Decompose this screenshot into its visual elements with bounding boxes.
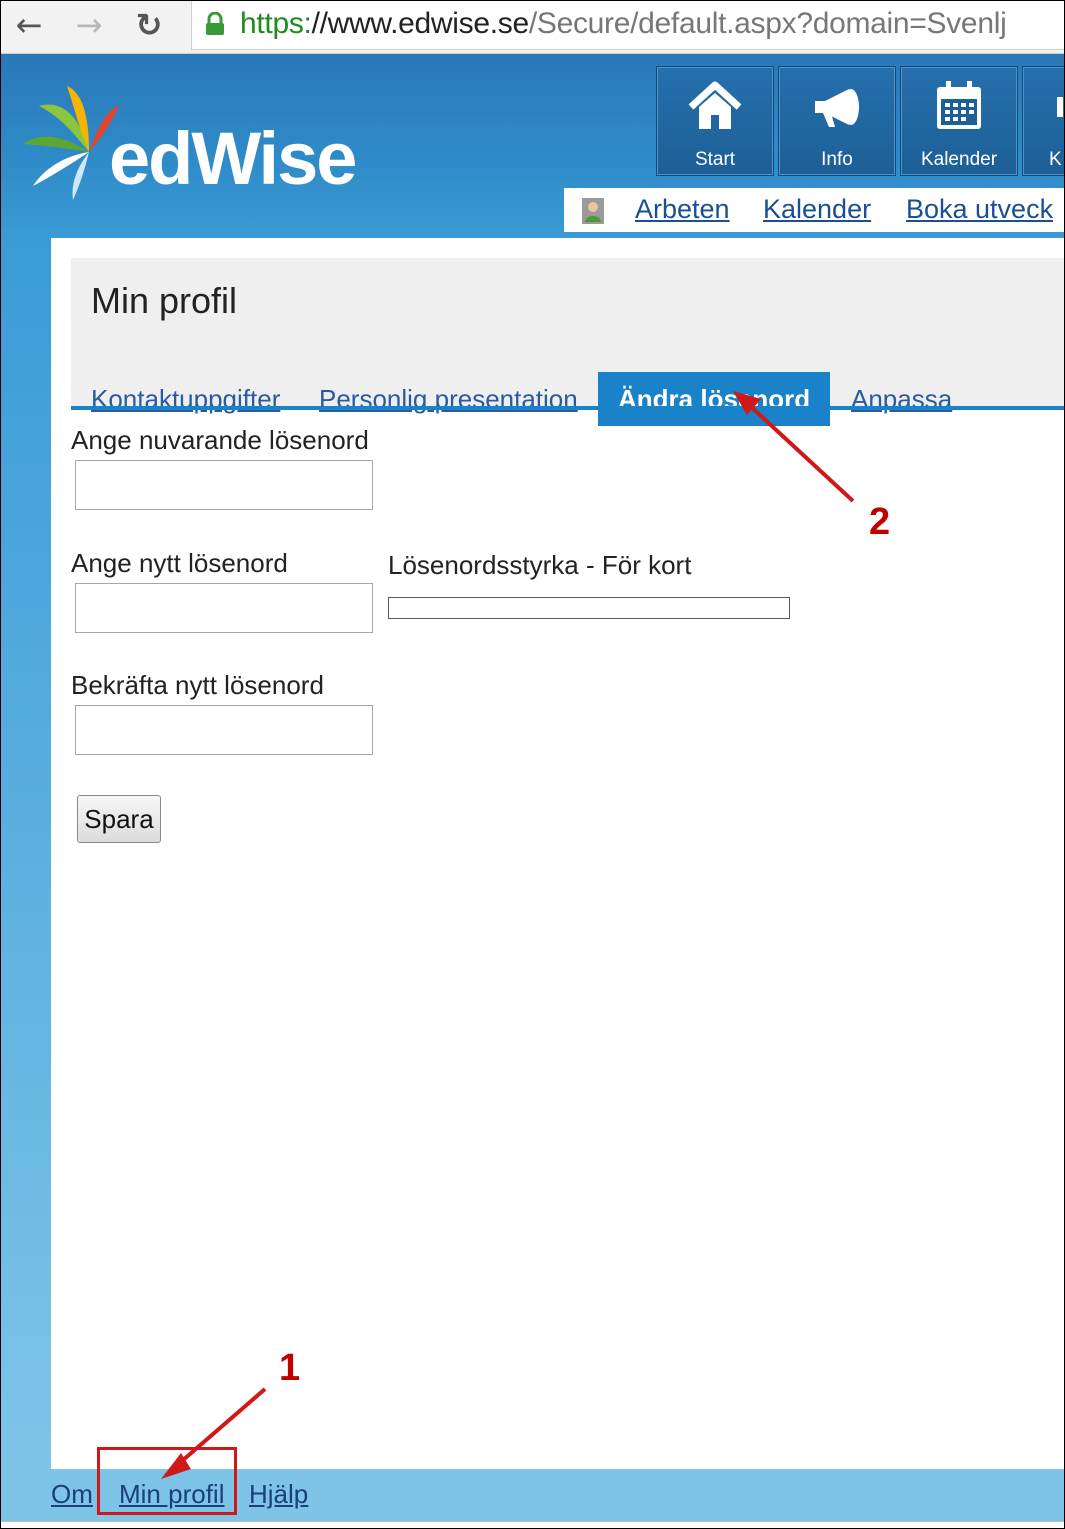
new-password-input[interactable]	[75, 583, 373, 633]
password-strength-meter	[388, 597, 790, 619]
new-password-label: Ange nytt lösenord	[71, 548, 288, 578]
annotation-number-1: 1	[279, 1347, 301, 1389]
sub-navigation: Arbeten Kalender Boka utveck	[564, 188, 1064, 232]
tab-personlig-presentation[interactable]: Personlig presentation	[319, 372, 578, 426]
profile-header: Min profil Kontaktuppgifter Personlig pr…	[71, 258, 1064, 426]
tab-anpassa[interactable]: Anpassa	[851, 372, 952, 426]
url-text: https://www.edwise.se/Secure/default.asp…	[240, 7, 1007, 40]
user-icon[interactable]	[582, 198, 604, 224]
tabs-underline	[71, 406, 1064, 410]
screenshot-frame: ← → ↻ https://www.edwise.se/Secure/defau…	[0, 0, 1065, 1529]
reload-icon[interactable]: ↻	[131, 5, 167, 45]
browser-toolbar: ← → ↻ https://www.edwise.se/Secure/defau…	[1, 1, 1064, 54]
confirm-password-input[interactable]	[75, 705, 373, 755]
megaphone-icon	[815, 89, 859, 127]
back-arrow-icon[interactable]: ←	[11, 5, 47, 45]
forward-arrow-icon[interactable]: →	[71, 5, 107, 45]
confirm-password-label: Bekräfta nytt lösenord	[71, 670, 324, 700]
strength-label: Lösenordsstyrka - För kort	[388, 550, 692, 580]
tile-start[interactable]: Start	[656, 66, 774, 176]
calendar-icon	[937, 81, 981, 129]
subnav-link-boka[interactable]: Boka utveck	[906, 194, 1053, 225]
main-content: Min profil Kontaktuppgifter Personlig pr…	[51, 238, 1064, 1469]
footer-link-om[interactable]: Om	[51, 1479, 93, 1510]
annotation-highlight-box	[97, 1447, 237, 1515]
page-title: Min profil	[91, 280, 238, 321]
partial-icon	[1057, 97, 1063, 117]
current-password-input[interactable]	[75, 460, 373, 510]
tab-andra-losenord[interactable]: Ändra lösenord	[598, 372, 831, 426]
save-button[interactable]: Spara	[77, 795, 161, 843]
site-header: edWise Start Info Kalender K Arbeten Kal…	[1, 54, 1064, 238]
side-strip	[1, 238, 51, 1469]
tile-info[interactable]: Info	[778, 66, 896, 176]
current-password-label: Ange nuvarande lösenord	[71, 425, 369, 455]
address-bar[interactable]: https://www.edwise.se/Secure/default.asp…	[191, 1, 1064, 50]
subnav-link-arbeten[interactable]: Arbeten	[635, 194, 730, 225]
tile-kalender[interactable]: Kalender	[900, 66, 1018, 176]
bottom-edge	[1, 1521, 1064, 1528]
logo-text: edWise	[109, 117, 357, 200]
lock-icon	[206, 12, 224, 35]
home-icon	[688, 81, 742, 129]
edwise-logo[interactable]: edWise	[19, 76, 399, 200]
annotation-number-2: 2	[869, 501, 891, 543]
tile-partial[interactable]: K	[1022, 66, 1064, 176]
logo-fan-icon	[23, 86, 119, 200]
subnav-link-kalender[interactable]: Kalender	[763, 194, 871, 225]
tab-kontaktuppgifter[interactable]: Kontaktuppgifter	[91, 372, 280, 426]
footer-link-hjalp[interactable]: Hjälp	[249, 1479, 308, 1510]
